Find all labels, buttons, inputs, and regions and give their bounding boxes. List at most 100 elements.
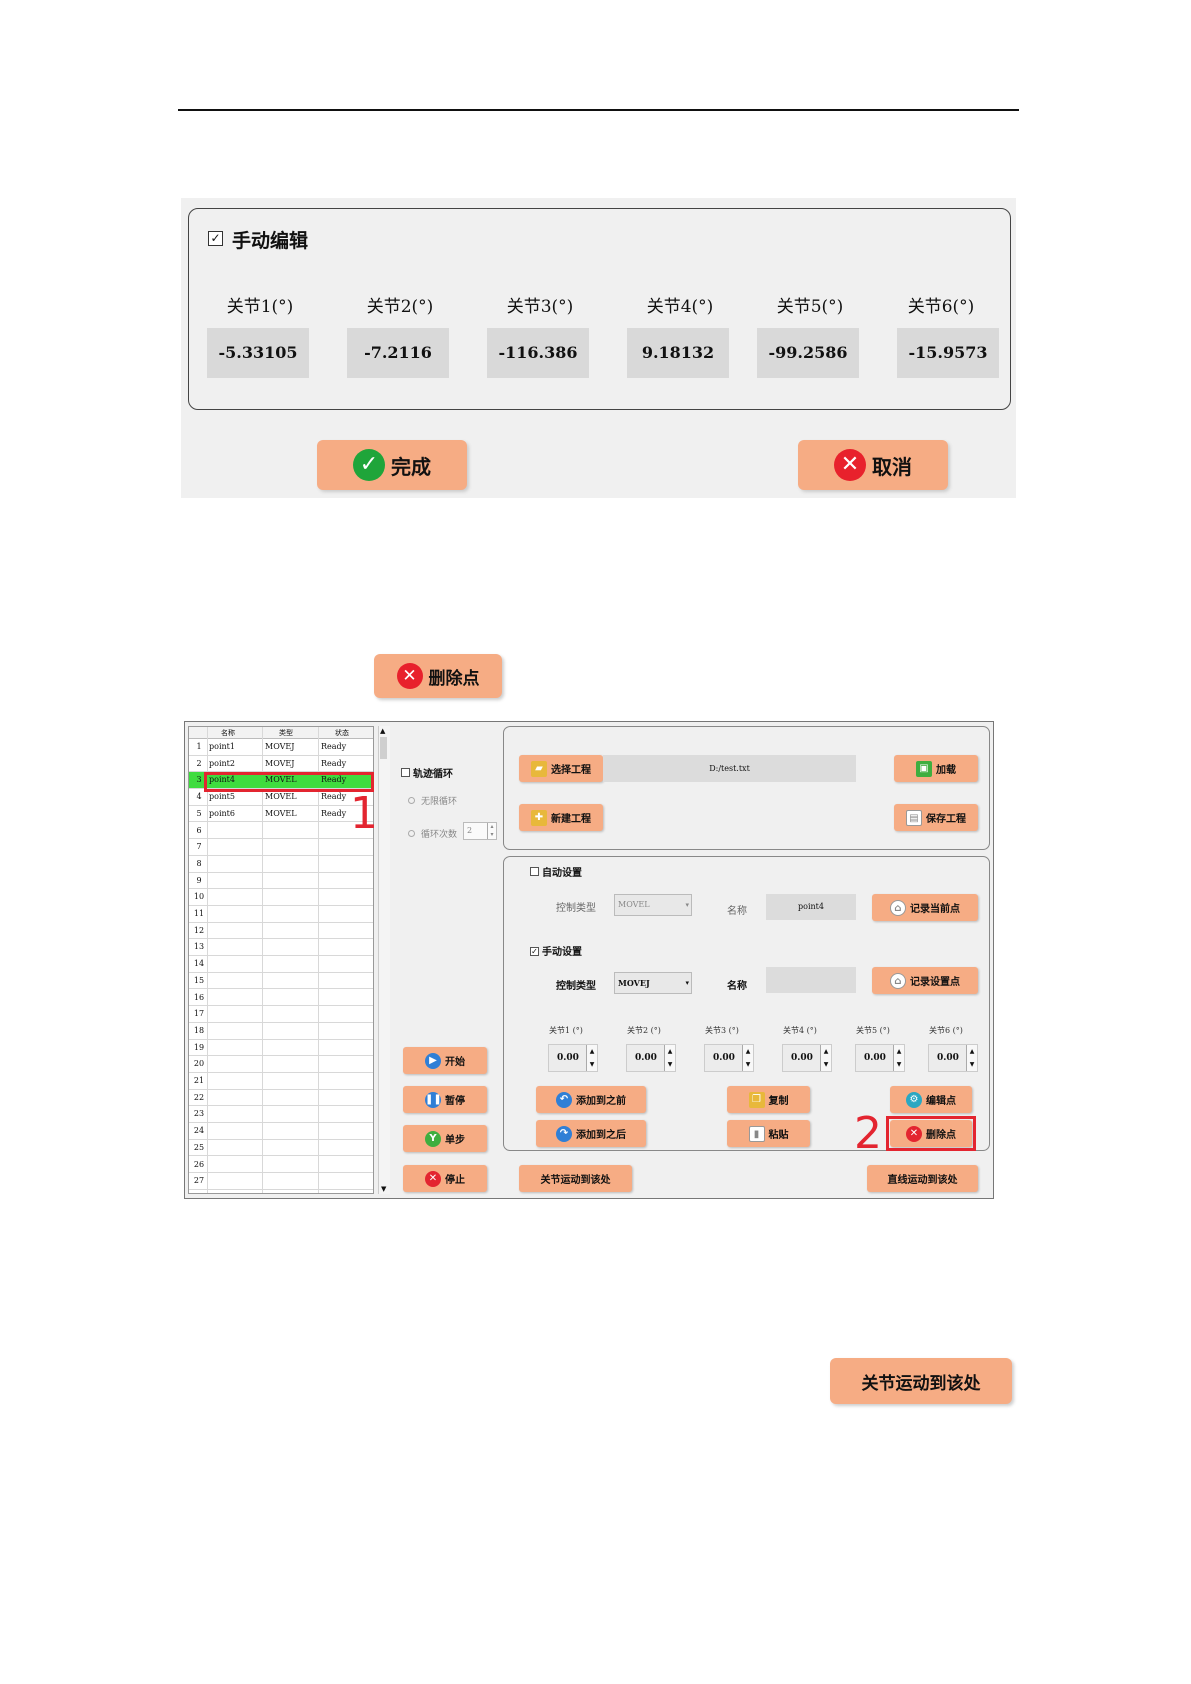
- spin-down-icon[interactable]: ▼: [893, 1058, 904, 1071]
- joint5-value[interactable]: -99.2586: [757, 328, 859, 378]
- select-project-button[interactable]: ▰ 选择工程: [519, 755, 603, 782]
- manual-ctrl-type-select[interactable]: MOVEJ ▾: [614, 972, 692, 994]
- table-row[interactable]: 10: [189, 889, 373, 906]
- table-row[interactable]: 18: [189, 1023, 373, 1040]
- spin-up-icon[interactable]: ▲: [742, 1045, 753, 1058]
- spin-down-icon[interactable]: ▼: [742, 1058, 753, 1071]
- auto-settings-checkbox[interactable]: [530, 867, 539, 876]
- table-row[interactable]: 11: [189, 906, 373, 923]
- table-row[interactable]: 16: [189, 990, 373, 1007]
- new-folder-icon: ✚: [531, 809, 547, 826]
- record-current-button[interactable]: ⌂ 记录当前点: [872, 894, 978, 921]
- add-before-label: 添加到之前: [576, 1096, 626, 1107]
- manual-edit-checkbox[interactable]: ✓: [208, 231, 223, 246]
- new-project-button[interactable]: ✚ 新建工程: [519, 804, 603, 831]
- table-row[interactable]: 26: [189, 1157, 373, 1174]
- stop-button[interactable]: ✕ 停止: [403, 1165, 487, 1192]
- count-radio[interactable]: [408, 830, 415, 837]
- table-row[interactable]: 22: [189, 1090, 373, 1107]
- joint2-value[interactable]: -7.2116: [347, 328, 449, 378]
- save-project-button[interactable]: ▤ 保存工程: [894, 804, 978, 831]
- joint-move-small-button[interactable]: 关节运动到该处: [519, 1165, 632, 1192]
- record-setting-button[interactable]: ⌂ 记录设置点: [872, 967, 978, 994]
- spin-down-icon[interactable]: ▼: [966, 1058, 977, 1071]
- pause-button[interactable]: ❚❚ 暂停: [403, 1086, 487, 1113]
- auto-ctrl-type-value: MOVEL: [618, 900, 650, 909]
- table-row[interactable]: 23: [189, 1106, 373, 1124]
- add-before-button[interactable]: ↶ 添加到之前: [536, 1086, 646, 1113]
- project-path-field[interactable]: D:/test.txt: [603, 755, 856, 782]
- table-row[interactable]: 24: [189, 1123, 373, 1140]
- loop-count-spinner[interactable]: 2 ▴ ▾: [463, 822, 497, 840]
- joint6-value[interactable]: -15.9573: [897, 328, 999, 378]
- table-row[interactable]: 21: [189, 1073, 373, 1090]
- table-row[interactable]: 15: [189, 973, 373, 990]
- row-number: 10: [193, 892, 205, 902]
- table-row[interactable]: 7: [189, 839, 373, 856]
- table-row[interactable]: 13: [189, 939, 373, 957]
- joint2-spinner[interactable]: 0.00 ▲ ▼: [626, 1044, 676, 1072]
- joint5-spin-value: 0.00: [864, 1053, 886, 1063]
- load-label: 加载: [936, 765, 956, 776]
- table-row[interactable]: 14: [189, 956, 373, 973]
- loop-checkbox[interactable]: [401, 768, 410, 777]
- spin-up-icon[interactable]: ▲: [820, 1045, 831, 1058]
- joint1-value[interactable]: -5.33105: [207, 328, 309, 378]
- table-row[interactable]: 2 point2 MOVEJ Ready: [189, 756, 373, 773]
- table-row[interactable]: 12: [189, 923, 373, 940]
- joint-move-button[interactable]: 关节运动到该处: [830, 1358, 1012, 1404]
- table-scrollbar[interactable]: [378, 726, 390, 1194]
- table-row[interactable]: 6: [189, 823, 373, 840]
- scroll-up-icon[interactable]: ▲: [380, 727, 385, 735]
- table-row[interactable]: 17: [189, 1006, 373, 1023]
- add-after-button[interactable]: ↷ 添加到之后: [536, 1120, 646, 1147]
- joint1-spin-value: 0.00: [557, 1053, 579, 1063]
- load-button[interactable]: ▣ 加载: [894, 755, 978, 782]
- spin-down-icon[interactable]: ▼: [586, 1058, 597, 1071]
- close-icon: ✕: [396, 663, 423, 689]
- table-row[interactable]: 27: [189, 1173, 373, 1190]
- manual-settings-title: 手动设置: [542, 947, 582, 958]
- spin-up-icon[interactable]: ▲: [664, 1045, 675, 1058]
- delete-point-button[interactable]: ✕ 删除点: [374, 654, 502, 698]
- spin-up-icon[interactable]: ▲: [893, 1045, 904, 1058]
- table-row[interactable]: 8: [189, 856, 373, 873]
- joint4-value[interactable]: 9.18132: [627, 328, 729, 378]
- start-button[interactable]: ▶ 开始: [403, 1047, 487, 1074]
- manual-settings-checkbox[interactable]: ✓: [530, 947, 539, 956]
- infinite-radio[interactable]: [408, 797, 415, 804]
- spin-down-icon[interactable]: ▼: [820, 1058, 831, 1071]
- row-number: 8: [196, 858, 202, 868]
- spinner-arrows-icon[interactable]: ▴ ▾: [487, 823, 496, 839]
- manual-name-field[interactable]: [766, 967, 856, 993]
- spin-down-icon[interactable]: ▼: [664, 1058, 675, 1071]
- row-type: MOVEJ: [265, 742, 295, 751]
- table-row[interactable]: 20: [189, 1056, 373, 1073]
- joint4-spinner[interactable]: 0.00 ▲ ▼: [782, 1044, 832, 1072]
- edit-point-button[interactable]: ⚙ 编辑点: [890, 1086, 972, 1113]
- copy-button[interactable]: ❐ 复制: [727, 1086, 810, 1113]
- joint2-spin-value: 0.00: [635, 1053, 657, 1063]
- auto-ctrl-type-select[interactable]: MOVEL ▾: [614, 894, 692, 916]
- table-row[interactable]: 25: [189, 1140, 373, 1157]
- spin-up-icon[interactable]: ▲: [966, 1045, 977, 1058]
- paste-button[interactable]: ▮ 粘贴: [727, 1120, 810, 1147]
- done-button[interactable]: ✓ 完成: [317, 440, 467, 490]
- table-row[interactable]: 5 point6 MOVEL Ready: [189, 806, 373, 823]
- auto-name-field[interactable]: point4: [766, 894, 856, 920]
- joint3-value[interactable]: -116.386: [487, 328, 589, 378]
- scroll-down-icon[interactable]: ▼: [381, 1185, 386, 1193]
- joint3-spinner[interactable]: 0.00 ▲ ▼: [704, 1044, 754, 1072]
- cancel-button[interactable]: ✕ 取消: [798, 440, 948, 490]
- table-row[interactable]: 9: [189, 873, 373, 890]
- step-button[interactable]: Y 单步: [403, 1125, 487, 1152]
- scrollbar-thumb[interactable]: [380, 737, 387, 759]
- spin-up-icon[interactable]: ▲: [586, 1045, 597, 1058]
- joint1-spinner[interactable]: 0.00 ▲ ▼: [548, 1044, 598, 1072]
- table-row[interactable]: 19: [189, 1040, 373, 1057]
- joint6-spinner[interactable]: 0.00 ▲ ▼: [928, 1044, 978, 1072]
- joint5-spinner[interactable]: 0.00 ▲ ▼: [855, 1044, 905, 1072]
- line-move-button[interactable]: 直线运动到该处: [867, 1165, 978, 1192]
- row-number: 25: [193, 1142, 205, 1152]
- table-row[interactable]: 1 point1 MOVEJ Ready: [189, 739, 373, 756]
